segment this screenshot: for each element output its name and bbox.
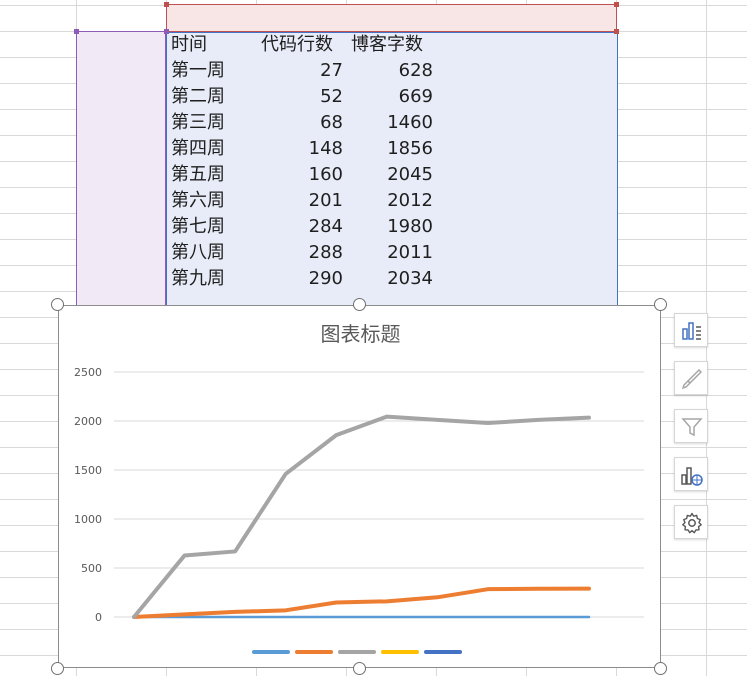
range-handle[interactable] [164, 2, 169, 7]
chart-style-icon [681, 368, 703, 390]
table-cell-code-lines[interactable]: 290 [258, 266, 343, 292]
table-cell-code-lines[interactable]: 160 [258, 162, 343, 188]
range-handle[interactable] [614, 29, 619, 34]
table-cell-code-lines[interactable]: 288 [258, 240, 343, 266]
table-cell-code-lines[interactable]: 148 [258, 136, 343, 162]
table-cell-code-lines[interactable]: 201 [258, 188, 343, 214]
resize-handle-top[interactable] [353, 298, 366, 311]
table-cell-week[interactable]: 第三周 [171, 110, 255, 136]
resize-handle-bottom[interactable] [353, 662, 366, 675]
y-tick-label: 1500 [74, 464, 102, 477]
table-cell-blog-words[interactable]: 669 [348, 84, 433, 110]
range-handle[interactable] [74, 29, 79, 34]
y-tick-label: 2000 [74, 415, 102, 428]
resize-handle-bottom-right[interactable] [654, 662, 667, 675]
chart-style-button[interactable] [674, 361, 708, 395]
y-tick-label: 0 [95, 611, 102, 624]
spreadsheet-grid[interactable]: 时间 代码行数 博客字数 第一周 27 628 第二周 52 669 第三周 6… [0, 0, 747, 676]
chart-type-icon [681, 467, 703, 486]
table-cell-week[interactable]: 第二周 [171, 84, 255, 110]
table-cell-blog-words[interactable]: 2011 [348, 240, 433, 266]
range-handle[interactable] [614, 2, 619, 7]
chart-settings-button[interactable] [674, 505, 708, 539]
table-cell-blog-words[interactable]: 628 [348, 58, 433, 84]
resize-handle-bottom-left[interactable] [51, 662, 64, 675]
table-cell-week[interactable]: 第一周 [171, 58, 255, 84]
table-cell-blog-words[interactable]: 1856 [348, 136, 433, 162]
table-cell-week[interactable]: 第六周 [171, 188, 255, 214]
table-cell-week[interactable]: 第八周 [171, 240, 255, 266]
table-cell-code-lines[interactable]: 52 [258, 84, 343, 110]
line-chart[interactable]: 图表标题 0 500 1000 1500 2000 2500 [58, 305, 661, 668]
range-handle[interactable] [164, 29, 169, 34]
header-cell-code-lines[interactable]: 代码行数 [261, 32, 345, 58]
table-cell-code-lines[interactable]: 27 [258, 58, 343, 84]
table-cell-week[interactable]: 第五周 [171, 162, 255, 188]
table-cell-blog-words[interactable]: 2034 [348, 266, 433, 292]
table-cell-code-lines[interactable]: 68 [258, 110, 343, 136]
series-line [132, 586, 591, 619]
chart-type-button[interactable] [674, 457, 708, 491]
table-cell-week[interactable]: 第七周 [171, 214, 255, 240]
chart-elements-icon [682, 322, 701, 340]
y-tick-label: 500 [81, 562, 102, 575]
chart-settings-icon [682, 512, 702, 534]
table-cell-blog-words[interactable]: 1460 [348, 110, 433, 136]
table-cell-blog-words[interactable]: 2012 [348, 188, 433, 214]
table-cell-week[interactable]: 第四周 [171, 136, 255, 162]
table-cell-code-lines[interactable]: 284 [258, 214, 343, 240]
header-cell-blog-words[interactable]: 博客字数 [351, 32, 435, 58]
resize-handle-top-left[interactable] [51, 298, 64, 311]
table-cell-week[interactable]: 第九周 [171, 266, 255, 292]
chart-plot-area[interactable]: 0 500 1000 1500 2000 2500 [59, 306, 660, 667]
header-cell-time[interactable]: 时间 [171, 32, 255, 58]
series-name-range-highlight[interactable] [166, 4, 617, 32]
y-tick-label: 1000 [74, 513, 102, 526]
table-cell-blog-words[interactable]: 1980 [348, 214, 433, 240]
chart-elements-button[interactable] [674, 313, 708, 347]
resize-handle-top-right[interactable] [654, 298, 667, 311]
chart-filter-button[interactable] [674, 409, 708, 443]
chart-filter-icon [681, 418, 703, 437]
category-range-highlight[interactable] [76, 31, 166, 307]
y-tick-label: 2500 [74, 366, 102, 379]
table-cell-blog-words[interactable]: 2045 [348, 162, 433, 188]
